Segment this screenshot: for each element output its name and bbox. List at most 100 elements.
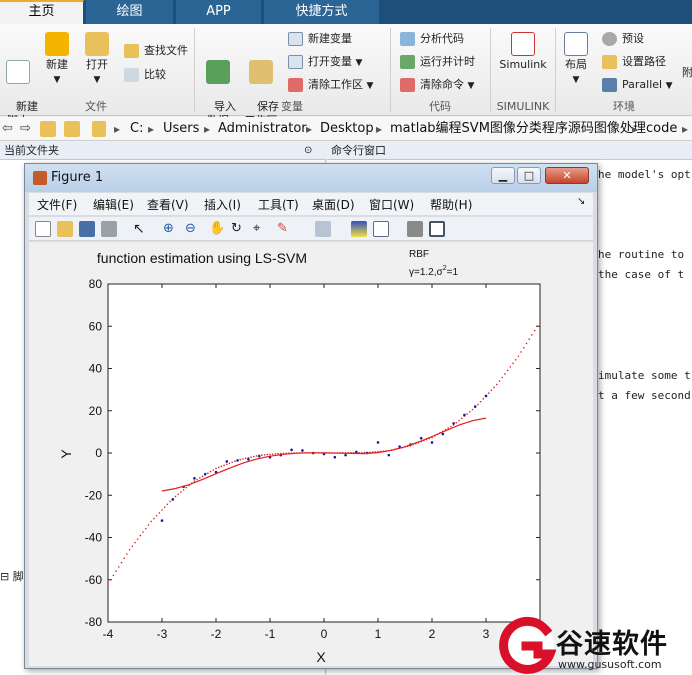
rotate-icon[interactable]: ↻ [231, 221, 247, 237]
data-cursor-icon[interactable]: ⌖ [253, 221, 269, 237]
legend-icon[interactable] [373, 221, 389, 237]
more-button-label[interactable]: 附 [682, 64, 692, 80]
menu-insert[interactable]: 插入(I) [204, 196, 241, 213]
true-function-point [120, 561, 123, 564]
print-icon[interactable] [101, 221, 117, 237]
tab-shortcuts[interactable]: 快捷方式 [264, 0, 380, 24]
plot-area: function estimation using LS-SVM RBF γ=1… [29, 242, 593, 666]
group-label-environment: 环境 [613, 100, 635, 113]
panel-menu-icon[interactable]: ⊙ [304, 142, 312, 160]
save-icon[interactable] [79, 221, 95, 237]
figure-titlebar[interactable]: Figure 1 ▁ □ ✕ [25, 164, 597, 192]
data-point [247, 458, 250, 461]
breadcrumb-project[interactable]: matlab编程SVM图像分类程序源码图像处理 [390, 121, 646, 137]
set-path-label: 设置路径 [622, 55, 666, 68]
true-function-point [166, 503, 169, 506]
true-function-point [212, 469, 215, 471]
forward-arrow-icon[interactable]: ⇨ [20, 121, 31, 137]
menu-file[interactable]: 文件(F) [37, 196, 77, 213]
maximize-button[interactable]: □ [517, 167, 541, 184]
data-point [171, 498, 175, 501]
zoom-in-icon[interactable]: ⊕ [163, 221, 179, 237]
true-function-point [469, 410, 471, 413]
new-variable-button[interactable]: 新建变量 [288, 30, 352, 48]
new-button[interactable]: 新建 ▼ [42, 32, 72, 87]
open-icon[interactable] [57, 221, 73, 237]
new-figure-icon[interactable] [35, 221, 51, 237]
set-path-button[interactable]: 设置路径 [602, 53, 666, 71]
tab-apps[interactable]: APP [176, 0, 262, 24]
preferences-label: 预设 [622, 32, 644, 45]
command-output-line: he model's opt [598, 168, 691, 181]
zoom-out-icon[interactable]: ⊖ [185, 221, 201, 237]
command-window-title: 命令行窗口 [331, 144, 386, 157]
true-function-point [126, 553, 128, 555]
layout-button[interactable]: 布局 ▼ [560, 32, 592, 87]
browse-folder-icon[interactable] [64, 121, 80, 137]
data-point [301, 449, 304, 452]
true-function-point [115, 570, 117, 572]
menu-view[interactable]: 查看(V) [147, 196, 189, 213]
data-point [257, 454, 261, 458]
pointer-icon[interactable]: ↖ [133, 221, 149, 237]
hide-tools-icon[interactable] [407, 221, 423, 237]
x-tick-label: 0 [321, 627, 328, 641]
close-button[interactable]: ✕ [545, 167, 589, 184]
menu-edit[interactable]: 编辑(E) [93, 196, 134, 213]
breadcrumb-drive[interactable]: C: [130, 121, 143, 137]
true-function-point [177, 493, 179, 496]
clear-workspace-label: 清除工作区 [308, 78, 363, 91]
link-icon[interactable] [315, 221, 331, 237]
y-tick-label: 20 [89, 404, 103, 418]
x-tick-label: -2 [211, 627, 222, 641]
true-function-point [517, 355, 520, 358]
open-button[interactable]: 打开 ▼ [82, 32, 112, 87]
find-files-button[interactable]: 查找文件 [124, 42, 188, 60]
data-point [419, 436, 423, 440]
clear-workspace-button[interactable]: 清除工作区 ▼ [288, 76, 373, 94]
true-function-point [496, 383, 498, 386]
breadcrumb-administrator[interactable]: Administrator [218, 121, 307, 137]
tab-plots[interactable]: 绘图 [86, 0, 174, 24]
parallel-button[interactable]: Parallel ▼ [602, 76, 673, 94]
menu-window[interactable]: 窗口(W) [369, 196, 414, 213]
true-function-point [274, 453, 277, 455]
open-variable-button[interactable]: 打开变量 ▼ [288, 53, 362, 71]
true-function-point [155, 514, 158, 517]
chart-svg[interactable]: function estimation using LS-SVM RBF γ=1… [29, 242, 593, 666]
true-function-point [477, 403, 479, 406]
true-function-point [512, 362, 514, 365]
menu-tools[interactable]: 工具(T) [258, 196, 299, 213]
clear-commands-button[interactable]: 清除命令 ▼ [400, 76, 474, 94]
simulink-button[interactable]: Simulink [496, 32, 550, 72]
current-folder-title: 当前文件夹 [4, 144, 59, 157]
chart-title-subscript: γ=1.2,σ2=1 [409, 265, 458, 278]
pan-icon[interactable]: ✋ [209, 221, 225, 237]
back-arrow-icon[interactable]: ⇦ [2, 121, 13, 137]
menu-desktop[interactable]: 桌面(D) [312, 196, 355, 213]
analyze-code-button[interactable]: 分析代码 [400, 30, 464, 48]
up-folder-icon[interactable] [40, 121, 56, 137]
colorbar-icon[interactable] [351, 221, 367, 237]
menu-help[interactable]: 帮助(H) [430, 196, 472, 213]
show-tools-icon[interactable] [429, 221, 445, 237]
data-point [333, 455, 337, 459]
plus-icon [45, 32, 69, 56]
tab-home[interactable]: 主页 [0, 0, 84, 24]
compare-button[interactable]: 比较 [124, 66, 166, 84]
tree-item[interactable]: ⊟ 脚 [0, 568, 24, 584]
brush-icon[interactable]: ✎ [277, 221, 293, 237]
breadcrumb-code[interactable]: code [646, 121, 677, 137]
tree-item-label: 脚 [12, 570, 24, 583]
dock-arrow-icon[interactable]: ↘ [577, 196, 585, 207]
true-function-point [536, 325, 539, 328]
minimize-button[interactable]: ▁ [491, 167, 515, 184]
preferences-button[interactable]: 预设 [602, 30, 644, 48]
breadcrumb-desktop[interactable]: Desktop [320, 121, 374, 137]
run-and-time-button[interactable]: 运行并计时 [400, 53, 475, 71]
true-function-point [244, 457, 247, 460]
collapse-icon[interactable]: ⊟ [0, 570, 9, 583]
breadcrumb-users[interactable]: Users [163, 121, 199, 137]
true-function-point [118, 566, 120, 568]
true-function-point [161, 509, 163, 511]
